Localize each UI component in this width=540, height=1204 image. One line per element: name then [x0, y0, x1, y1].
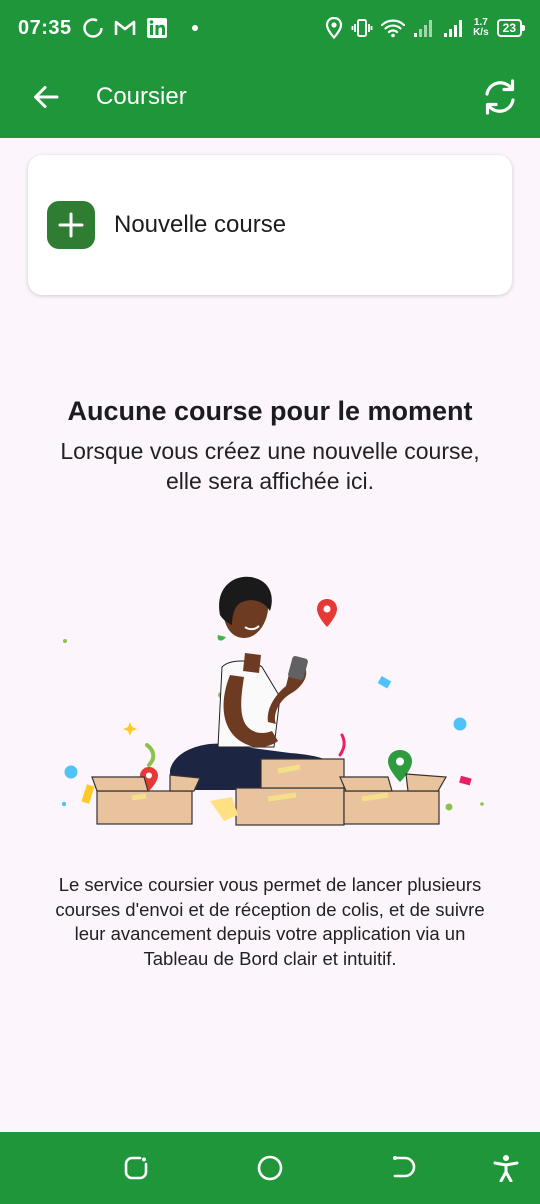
- home-icon: [257, 1155, 283, 1181]
- location-pin-icon: [317, 599, 337, 627]
- page-title: Coursier: [96, 83, 187, 110]
- new-course-card[interactable]: Nouvelle course: [28, 155, 512, 295]
- system-back-button[interactable]: [390, 1154, 418, 1182]
- recents-icon: [124, 1156, 148, 1180]
- loading-icon: [82, 18, 103, 38]
- refresh-button[interactable]: [480, 77, 520, 117]
- wifi-icon: [381, 19, 406, 38]
- system-nav-bar: [0, 1132, 540, 1204]
- new-course-label: Nouvelle course: [114, 211, 287, 238]
- back-icon: [393, 1156, 416, 1178]
- recents-button[interactable]: [122, 1154, 150, 1182]
- battery-indicator: 23: [496, 19, 526, 37]
- back-button[interactable]: [26, 77, 66, 117]
- empty-state-title: Aucune course pour le moment: [67, 396, 473, 426]
- signal-icon-2: [444, 20, 463, 37]
- plus-icon: [58, 212, 84, 238]
- arrow-left-icon: [34, 86, 59, 108]
- refresh-icon: [485, 79, 515, 115]
- status-bar: 07:35 1.7 K/s 23: [0, 0, 540, 56]
- home-button[interactable]: [256, 1154, 284, 1182]
- location-icon: [325, 17, 343, 39]
- accessibility-button[interactable]: [492, 1154, 520, 1182]
- signal-icon: [414, 20, 433, 37]
- vibrate-icon: [351, 19, 373, 37]
- net-speed-unit: K/s: [473, 27, 489, 38]
- courier-illustration: [61, 576, 484, 826]
- add-course-button[interactable]: [47, 201, 95, 249]
- service-description: Le service coursier vous permet de lance…: [55, 874, 485, 969]
- linkedin-icon: [146, 18, 167, 38]
- empty-state-subtitle: Lorsque vous créez une nouvelle course, …: [60, 438, 480, 494]
- notification-dot-icon: [191, 25, 198, 31]
- app-bar: Coursier: [0, 56, 540, 138]
- accessibility-icon: [493, 1155, 519, 1182]
- status-time: 07:35: [18, 16, 72, 39]
- gmail-icon: [114, 20, 135, 35]
- net-speed: 1.7 K/s: [473, 18, 489, 38]
